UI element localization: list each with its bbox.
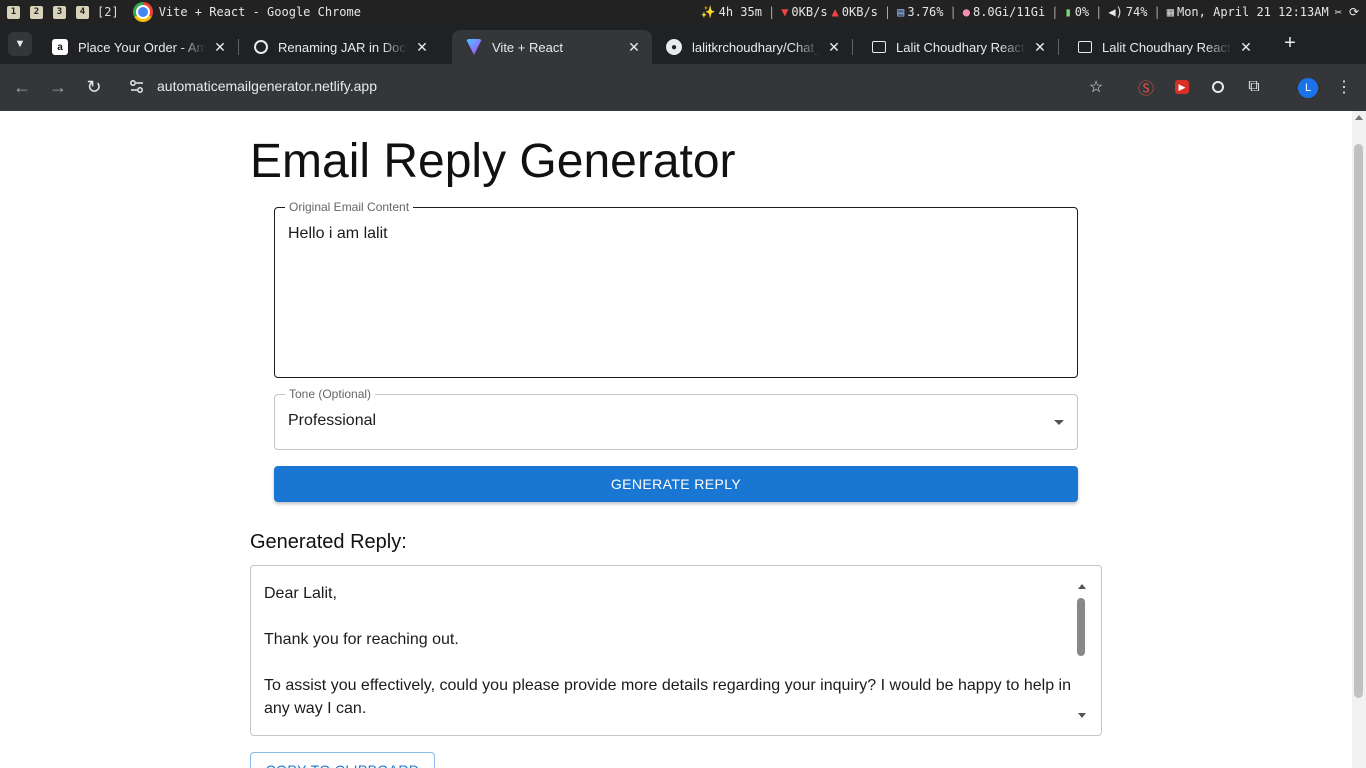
email-content-value[interactable]: Hello i am lalit bbox=[288, 225, 388, 243]
battery-time: 4h 35m bbox=[718, 5, 762, 19]
page-scrollbar[interactable] bbox=[1352, 111, 1366, 768]
site-info-button[interactable] bbox=[128, 78, 146, 96]
download-arrow-icon: ▼ bbox=[781, 5, 789, 19]
close-icon[interactable]: ✕ bbox=[414, 39, 430, 56]
scroll-up-arrow-icon[interactable] bbox=[1355, 115, 1363, 120]
workspace-switcher: 1 2 3 4 bbox=[7, 5, 89, 19]
tone-select[interactable]: Tone (Optional) Professional bbox=[274, 387, 1078, 450]
workspace-3[interactable]: 3 bbox=[53, 5, 66, 19]
chatgpt-extension-icon[interactable] bbox=[1207, 76, 1229, 98]
browser-toolbar: ← → ↻ automaticemailgenerator.netlify.ap… bbox=[0, 64, 1366, 111]
tab-vite-react[interactable]: Vite + React ✕ bbox=[452, 30, 652, 64]
scrollbar-thumb[interactable] bbox=[1077, 598, 1085, 656]
workspace-2[interactable]: 2 bbox=[30, 5, 43, 19]
tab-title: Renaming JAR in Docker bbox=[278, 39, 408, 55]
reload-icon: ↻ bbox=[86, 77, 102, 97]
reply-paragraph: Thank you for reaching out. bbox=[264, 631, 459, 648]
close-icon[interactable]: ✕ bbox=[826, 39, 842, 56]
net-down: 0KB/s bbox=[791, 5, 828, 19]
tab-strip: ▼ a Place Your Order - Amazon ✕ Renaming… bbox=[0, 24, 1366, 64]
extension-s-icon[interactable]: Ⓢ bbox=[1135, 76, 1157, 98]
vite-icon bbox=[466, 39, 482, 55]
bookmark-star-icon[interactable]: ☆ bbox=[1085, 76, 1107, 98]
chatgpt-icon bbox=[254, 40, 268, 54]
generated-reply-heading: Generated Reply: bbox=[250, 531, 407, 553]
image-icon bbox=[872, 41, 886, 53]
tab-title: Vite + React bbox=[492, 39, 563, 55]
tab-lalit-1[interactable]: Lalit Choudhary React-F ✕ bbox=[858, 30, 1059, 64]
volume-level: 74% bbox=[1125, 5, 1148, 19]
address-bar[interactable]: automaticemailgenerator.netlify.app bbox=[157, 78, 377, 94]
memory-icon: ● bbox=[962, 5, 970, 19]
volume-icon: ◀) bbox=[1108, 5, 1123, 19]
upload-arrow-icon: ▲ bbox=[831, 5, 839, 19]
email-content-label: Original Email Content bbox=[285, 200, 414, 214]
extensions-puzzle-icon[interactable]: ⧉ bbox=[1243, 76, 1265, 98]
tab-chatgpt[interactable]: Renaming JAR in Docker ✕ bbox=[240, 30, 440, 64]
close-icon[interactable]: ✕ bbox=[626, 39, 642, 56]
generated-reply-box[interactable]: Dear Lalit, Thank you for reaching out. … bbox=[250, 565, 1102, 736]
workspace-1[interactable]: 1 bbox=[7, 5, 20, 19]
reply-paragraph: To assist you effectively, could you ple… bbox=[264, 677, 1071, 717]
scissors-icon[interactable]: ✂ bbox=[1335, 5, 1342, 19]
close-icon[interactable]: ✕ bbox=[1032, 39, 1048, 56]
amazon-icon: a bbox=[52, 39, 68, 55]
close-icon[interactable]: ✕ bbox=[1238, 39, 1254, 56]
window-title: Vite + React - Google Chrome bbox=[158, 5, 361, 19]
net-up: 0KB/s bbox=[841, 5, 878, 19]
page-content: Email Reply Generator Original Email Con… bbox=[0, 111, 1352, 768]
cpu-usage: 3.76% bbox=[907, 5, 944, 19]
extension-red-icon[interactable]: ▶ bbox=[1171, 76, 1193, 98]
battery-icon: ▮ bbox=[1064, 5, 1072, 19]
plus-icon: + bbox=[1284, 32, 1296, 54]
page-title: Email Reply Generator bbox=[250, 135, 736, 188]
scroll-up-arrow-icon[interactable] bbox=[1078, 584, 1086, 589]
tab-title: Place Your Order - Amazon bbox=[78, 39, 206, 55]
github-icon: ● bbox=[666, 39, 682, 55]
generate-reply-button[interactable]: GENERATE REPLY bbox=[274, 466, 1078, 502]
kebab-menu-icon[interactable]: ⋮ bbox=[1333, 76, 1355, 98]
image-icon bbox=[1078, 41, 1092, 53]
memory-usage: 8.0Gi/11Gi bbox=[972, 5, 1046, 19]
tab-title: Lalit Choudhary React-F bbox=[1102, 39, 1232, 55]
tab-lalit-2[interactable]: Lalit Choudhary React-F ✕ bbox=[1064, 30, 1264, 64]
workspace-4[interactable]: 4 bbox=[76, 5, 89, 19]
tone-value: Professional bbox=[288, 412, 377, 429]
workspace-count: [2] bbox=[97, 5, 119, 19]
new-tab-button[interactable]: + bbox=[1280, 32, 1300, 54]
tab-github[interactable]: ● lalitkrchoudhary/Chat_ ✕ bbox=[652, 30, 853, 64]
reply-scrollbar[interactable] bbox=[1077, 584, 1087, 718]
calendar-icon: ▦ bbox=[1166, 5, 1174, 19]
reload-button[interactable]: ↻ bbox=[83, 76, 105, 98]
tune-icon bbox=[130, 80, 143, 93]
tab-title: Lalit Choudhary React-F bbox=[896, 39, 1026, 55]
arrow-left-icon: ← bbox=[13, 77, 31, 97]
back-button[interactable]: ← bbox=[11, 76, 33, 98]
battery-level: 0% bbox=[1074, 5, 1090, 19]
tone-label: Tone (Optional) bbox=[285, 387, 376, 401]
arrow-right-icon: → bbox=[49, 77, 67, 97]
status-area: ✨ 4h 35m | ▼ 0KB/s ▲ 0KB/s | ▤ 3.76% | ●… bbox=[700, 5, 1359, 19]
system-top-bar: 1 2 3 4 [2] Vite + React - Google Chrome… bbox=[0, 0, 1366, 24]
tab-amazon[interactable]: a Place Your Order - Amazon ✕ bbox=[38, 30, 239, 64]
dropdown-arrow-icon[interactable] bbox=[1054, 420, 1064, 425]
page-scrollbar-thumb[interactable] bbox=[1354, 144, 1363, 698]
reply-paragraph: Dear Lalit, bbox=[264, 585, 337, 602]
chevron-down-icon: ▼ bbox=[14, 38, 26, 50]
profile-avatar[interactable]: L bbox=[1298, 78, 1318, 98]
forward-button[interactable]: → bbox=[47, 76, 69, 98]
scroll-down-arrow-icon[interactable] bbox=[1078, 713, 1086, 718]
sparkle-icon: ✨ bbox=[700, 5, 716, 19]
cpu-icon: ▤ bbox=[897, 5, 905, 19]
generated-reply-text: Dear Lalit, Thank you for reaching out. … bbox=[264, 582, 1084, 735]
chrome-icon bbox=[132, 2, 153, 22]
close-icon[interactable]: ✕ bbox=[212, 39, 228, 56]
email-content-field[interactable]: Original Email Content Hello i am lalit bbox=[274, 200, 1078, 378]
refresh-icon[interactable]: ⟳ bbox=[1349, 5, 1359, 19]
datetime: Mon, April 21 12:13AM bbox=[1176, 5, 1329, 19]
tab-title: lalitkrchoudhary/Chat_ bbox=[692, 39, 820, 55]
tab-search-button[interactable]: ▼ bbox=[8, 32, 32, 56]
copy-to-clipboard-button[interactable]: COPY TO CLIPBOARD bbox=[250, 752, 435, 768]
